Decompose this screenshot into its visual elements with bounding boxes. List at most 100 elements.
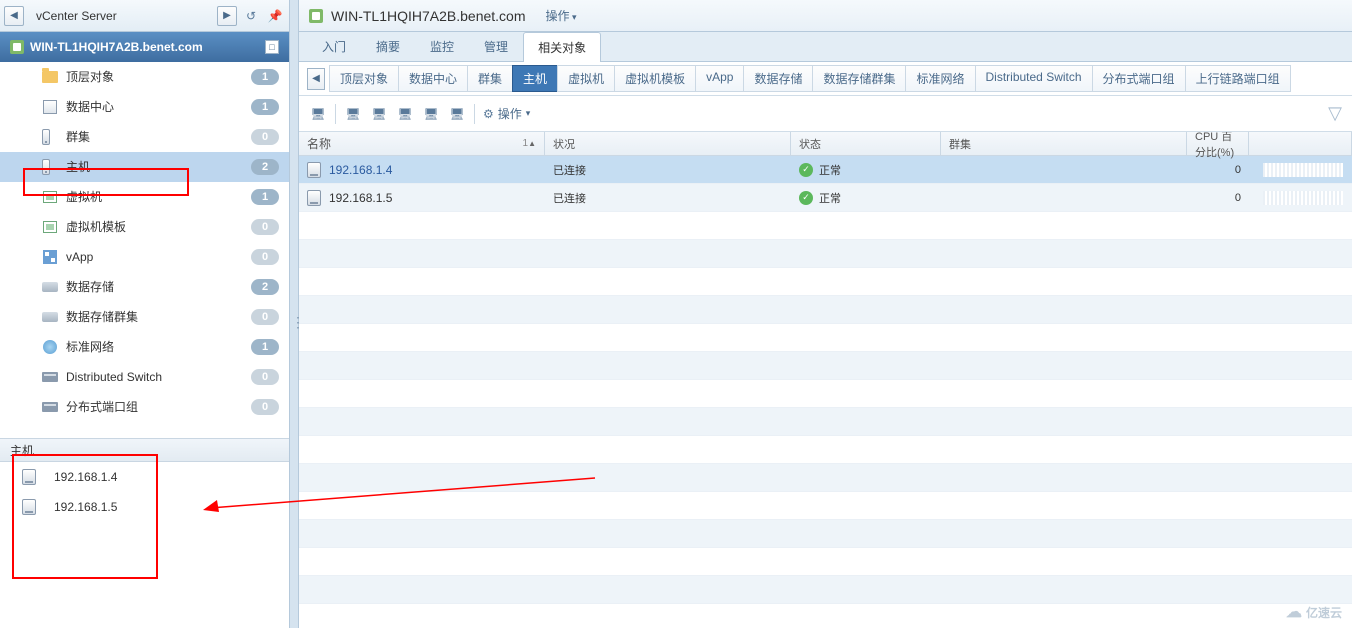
subtab-6[interactable]: vApp [695, 65, 744, 92]
tree-item-label: 标准网络 [66, 338, 251, 355]
table-row[interactable]: 192.168.1.4已连接正常0 [299, 156, 1352, 184]
cell-cpu: 0 [1187, 184, 1249, 211]
ds-icon [42, 282, 58, 292]
count-badge: 0 [251, 129, 279, 145]
col-cpu[interactable]: CPU 百分比(%) [1187, 132, 1249, 155]
subtab-8[interactable]: 数据存储群集 [812, 65, 906, 92]
tree-item-label: 数据存储 [66, 278, 251, 295]
vcenter-icon [309, 9, 323, 23]
breadcrumb[interactable]: vCenter Server [28, 9, 213, 23]
cpu-bar [1263, 191, 1343, 205]
subtab-row: ◀ 顶层对象数据中心群集主机虚拟机虚拟机模板vApp数据存储数据存储群集标准网络… [299, 62, 1352, 96]
tab-0[interactable]: 入门 [307, 31, 361, 61]
status-ok-icon [799, 191, 813, 205]
watermark: ☁ 亿速云 [1286, 602, 1342, 622]
count-badge: 0 [251, 399, 279, 415]
table-row-empty [299, 520, 1352, 548]
folder-icon [42, 71, 58, 83]
filter-icon[interactable]: ▽ [1328, 103, 1342, 124]
host-ip: 192.168.1.5 [54, 500, 117, 514]
grid-header: 名称1 状况 状态 群集 CPU 百分比(%) [299, 132, 1352, 156]
subtab-10[interactable]: Distributed Switch [975, 65, 1093, 92]
tree-item-4[interactable]: 虚拟机1 [0, 182, 289, 212]
exit-maintenance-icon[interactable]: 🖥 [370, 105, 388, 123]
table-row-empty [299, 380, 1352, 408]
tree-item-1[interactable]: 数据中心1 [0, 92, 289, 122]
tree-item-6[interactable]: vApp0 [0, 242, 289, 272]
ds-icon [42, 312, 58, 322]
subtab-5[interactable]: 虚拟机模板 [614, 65, 696, 92]
tree-item-3[interactable]: 主机2 [0, 152, 289, 182]
tree-item-11[interactable]: 分布式端口组0 [0, 392, 289, 422]
table-row-empty [299, 576, 1352, 604]
tree-item-2[interactable]: 群集0 [0, 122, 289, 152]
cell-state: 正常 [791, 156, 941, 183]
nav-back-button[interactable]: ◀ [4, 6, 24, 26]
count-badge: 0 [251, 219, 279, 235]
col-state[interactable]: 状态 [791, 132, 941, 155]
actions-menu[interactable]: 操作 [546, 7, 577, 24]
pin-icon[interactable]: 📌 [265, 6, 285, 26]
sw-icon [42, 372, 58, 382]
splitter[interactable] [290, 0, 298, 628]
history-icon[interactable]: ↺ [241, 6, 261, 26]
subtab-7[interactable]: 数据存储 [743, 65, 813, 92]
primary-tabs: 入门摘要监控管理相关对象 [299, 32, 1352, 62]
enter-maintenance-icon[interactable]: 🖥 [344, 105, 362, 123]
power-off-icon[interactable]: 🖥 [422, 105, 440, 123]
tab-3[interactable]: 管理 [469, 31, 523, 61]
count-badge: 0 [251, 249, 279, 265]
tab-4[interactable]: 相关对象 [523, 32, 601, 62]
tree-item-label: vApp [66, 250, 251, 264]
subtab-11[interactable]: 分布式端口组 [1092, 65, 1186, 92]
tree-item-10[interactable]: Distributed Switch0 [0, 362, 289, 392]
subtab-12[interactable]: 上行链路端口组 [1185, 65, 1291, 92]
breadcrumb-bar: ◀ vCenter Server ▶ ↺ 📌 [0, 0, 289, 32]
tree-item-0[interactable]: 顶层对象1 [0, 62, 289, 92]
toolbar-actions-menu[interactable]: 操作 [483, 105, 530, 122]
collapse-button[interactable]: □ [265, 40, 279, 54]
subtab-4[interactable]: 虚拟机 [557, 65, 615, 92]
title-bar: WIN-TL1HQIH7A2B.benet.com 操作 [299, 0, 1352, 32]
vm-icon [43, 191, 57, 203]
inventory-tree: 顶层对象1数据中心1群集0主机2虚拟机1虚拟机模板0vApp0数据存储2数据存储… [0, 62, 289, 422]
tree-item-9[interactable]: 标准网络1 [0, 332, 289, 362]
tab-2[interactable]: 监控 [415, 31, 469, 61]
status-ok-icon [799, 163, 813, 177]
subtab-3[interactable]: 主机 [512, 65, 558, 92]
tree-item-7[interactable]: 数据存储2 [0, 272, 289, 302]
power-on-icon[interactable]: 🖥 [396, 105, 414, 123]
host-ip: 192.168.1.4 [54, 470, 117, 484]
reboot-icon[interactable]: 🖥 [448, 105, 466, 123]
host-icon [22, 499, 36, 515]
table-row[interactable]: 192.168.1.5已连接正常0 [299, 184, 1352, 212]
vm-icon [43, 221, 57, 233]
subtab-1[interactable]: 数据中心 [398, 65, 468, 92]
scroll-left-button[interactable]: ◀ [307, 68, 325, 90]
nav-fwd-button[interactable]: ▶ [217, 6, 237, 26]
sw-icon [42, 402, 58, 412]
count-badge: 2 [251, 159, 279, 175]
bottom-host-item[interactable]: 192.168.1.4 [0, 462, 289, 492]
tree-item-8[interactable]: 数据存储群集0 [0, 302, 289, 332]
host-name: 192.168.1.5 [329, 191, 392, 205]
tab-1[interactable]: 摘要 [361, 31, 415, 61]
col-name[interactable]: 名称1 [299, 132, 545, 155]
subtab-0[interactable]: 顶层对象 [329, 65, 399, 92]
col-status[interactable]: 状况 [545, 132, 791, 155]
subtab-9[interactable]: 标准网络 [905, 65, 975, 92]
bottom-host-item[interactable]: 192.168.1.5 [0, 492, 289, 522]
count-badge: 1 [251, 339, 279, 355]
table-row-empty [299, 464, 1352, 492]
col-cluster[interactable]: 群集 [941, 132, 1187, 155]
table-row-empty [299, 492, 1352, 520]
tree-item-5[interactable]: 虚拟机模板0 [0, 212, 289, 242]
vcenter-icon [10, 40, 24, 54]
sidebar-host-header[interactable]: WIN-TL1HQIH7A2B.benet.com □ [0, 32, 289, 62]
subtab-2[interactable]: 群集 [467, 65, 513, 92]
add-host-icon[interactable]: 🖥 [309, 105, 327, 123]
tree-item-label: 虚拟机模板 [66, 218, 251, 235]
hosts-grid: 名称1 状况 状态 群集 CPU 百分比(%) 192.168.1.4已连接正常… [299, 132, 1352, 628]
vapp-icon [43, 250, 57, 264]
net-icon [43, 340, 57, 354]
